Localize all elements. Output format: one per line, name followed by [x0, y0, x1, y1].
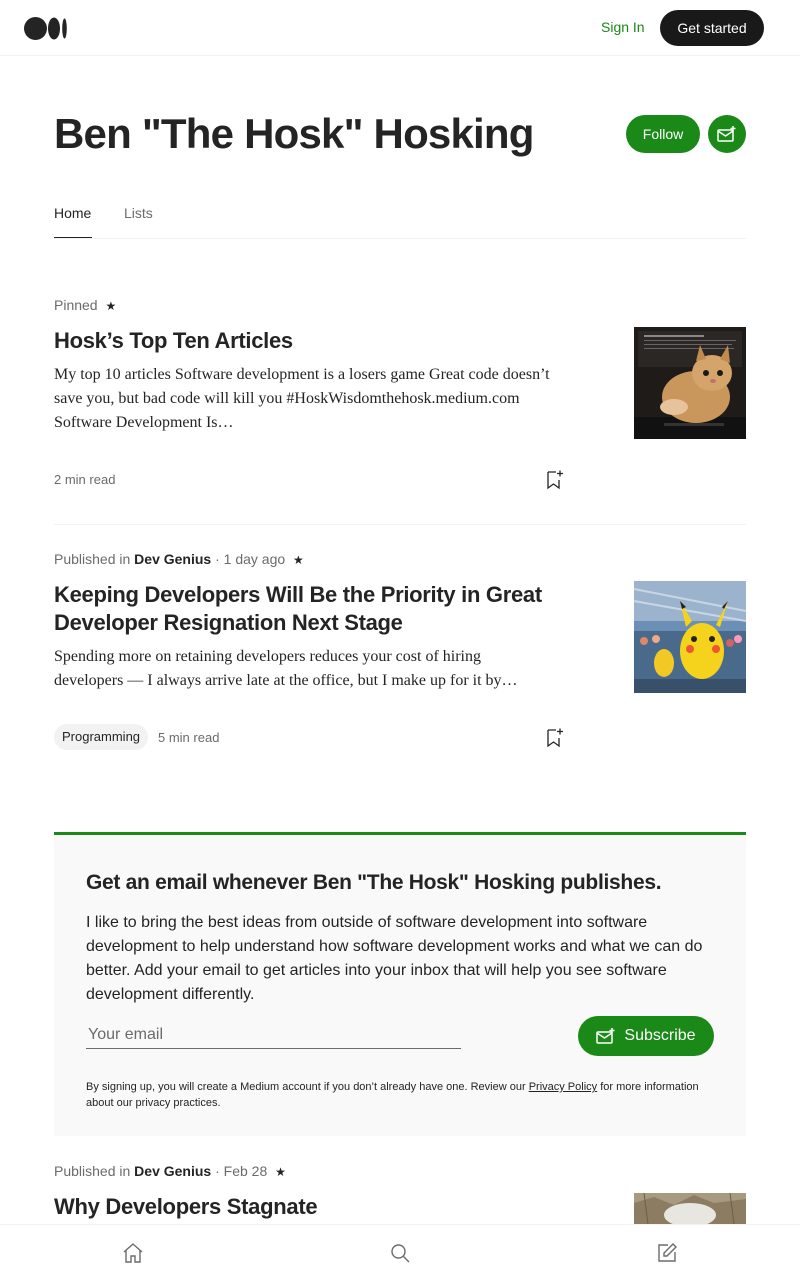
article-thumbnail[interactable]	[634, 327, 746, 439]
article-date: Feb 28	[223, 1163, 268, 1179]
sign-in-link[interactable]: Sign In	[601, 19, 645, 35]
top-bar: Sign In Get started	[0, 0, 800, 56]
tab-lists[interactable]: Lists	[124, 205, 153, 221]
kitten-on-laptop-image	[634, 327, 746, 439]
article-meta: Pinned ★	[54, 297, 116, 313]
bookmark-add-icon[interactable]	[543, 469, 565, 491]
star-icon: ★	[293, 553, 304, 567]
article-excerpt[interactable]: My top 10 articles Software development …	[54, 363, 554, 435]
bookmark-add-icon[interactable]	[543, 727, 565, 749]
write-icon[interactable]	[655, 1241, 679, 1265]
divider	[54, 524, 746, 525]
star-icon: ★	[105, 299, 117, 313]
separator: ·	[215, 1163, 220, 1179]
article-title[interactable]: Keeping Developers Will Be the Priority …	[54, 581, 554, 637]
pinned-label: Pinned	[54, 297, 98, 313]
publication-link[interactable]: Dev Genius	[134, 1163, 211, 1179]
mail-plus-icon	[717, 126, 736, 142]
bottom-nav	[0, 1224, 800, 1280]
terms-text: By signing up, you will create a Medium …	[86, 1081, 529, 1093]
subscribe-button[interactable]	[708, 115, 746, 153]
publication-link[interactable]: Dev Genius	[134, 551, 211, 567]
privacy-policy-link[interactable]: Privacy Policy	[529, 1081, 597, 1093]
profile-tabs: Home Lists	[54, 200, 746, 239]
subscribe-label: Subscribe	[624, 1027, 696, 1044]
signup-terms: By signing up, you will create a Medium …	[86, 1079, 706, 1111]
read-time: 5 min read	[158, 730, 220, 745]
outdoor-photo-image	[634, 1193, 746, 1224]
get-started-button[interactable]: Get started	[660, 10, 764, 46]
home-icon[interactable]	[121, 1241, 145, 1265]
published-in-label: Published in	[54, 551, 131, 567]
email-signup-description: I like to bring the best ideas from outs…	[86, 914, 703, 1003]
email-signup-title: Get an email whenever Ben "The Hosk" Hos…	[86, 871, 662, 894]
article-date: 1 day ago	[223, 551, 286, 567]
tab-home[interactable]: Home	[54, 205, 91, 221]
email-signup-box: Get an email whenever Ben "The Hosk" Hos…	[54, 832, 746, 1136]
active-tab-indicator	[54, 237, 92, 238]
subscribe-email-button[interactable]: Subscribe	[578, 1016, 714, 1056]
medium-logo[interactable]	[24, 16, 68, 41]
article-title[interactable]: Hosk’s Top Ten Articles	[54, 327, 554, 355]
tag-pill[interactable]: Programming	[54, 724, 149, 750]
email-input[interactable]	[86, 1021, 461, 1049]
mail-plus-icon	[596, 1028, 615, 1044]
article-meta: Published in Dev Genius · Feb 28 ★	[54, 1163, 286, 1179]
article-meta: Published in Dev Genius · 1 day ago ★	[54, 551, 304, 567]
article-title[interactable]: Why Developers Stagnate	[54, 1193, 554, 1221]
article-thumbnail[interactable]	[634, 581, 746, 693]
read-time: 2 min read	[54, 472, 116, 487]
separator: ·	[215, 551, 220, 567]
article-excerpt[interactable]: Spending more on retaining developers re…	[54, 645, 554, 693]
search-icon[interactable]	[388, 1241, 412, 1265]
profile-name: Ben "The Hosk" Hosking	[54, 110, 534, 157]
published-in-label: Published in	[54, 1163, 131, 1179]
star-icon: ★	[275, 1165, 286, 1179]
article-thumbnail[interactable]	[634, 1193, 746, 1224]
pikachu-parade-image	[634, 581, 746, 693]
follow-button[interactable]: Follow	[626, 115, 700, 153]
